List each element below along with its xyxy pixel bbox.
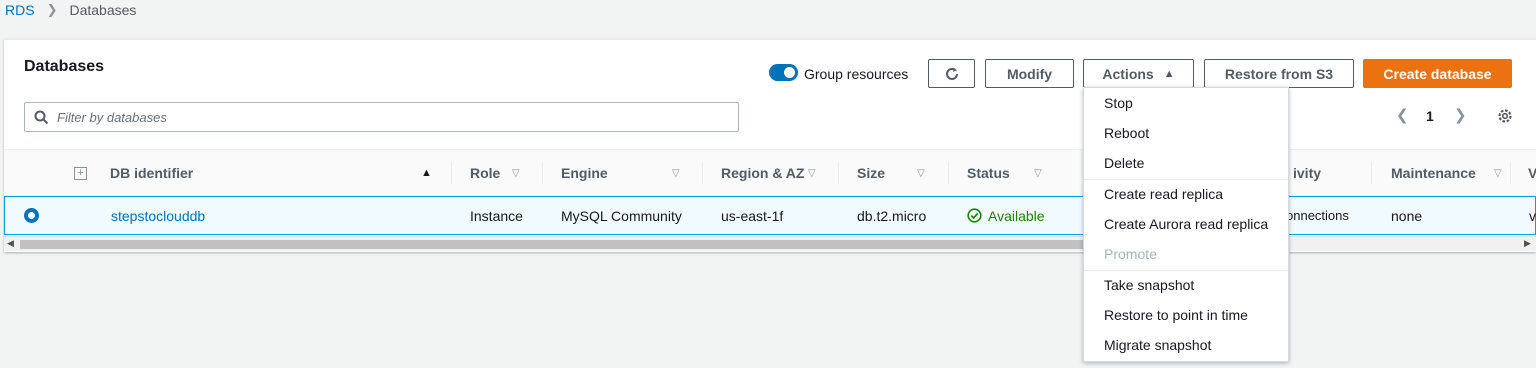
column-header-next[interactable]: V [1528, 150, 1536, 196]
menu-item-delete[interactable]: Delete [1084, 148, 1288, 178]
gear-icon[interactable] [1496, 107, 1514, 125]
group-resources-toggle[interactable] [769, 64, 798, 81]
cell-region: us-east-1f [721, 207, 784, 224]
column-header-maintenance[interactable]: Maintenance ▽ [1391, 150, 1502, 196]
menu-item-migrate-snapshot[interactable]: Migrate snapshot [1084, 330, 1288, 360]
column-label: V [1528, 165, 1536, 181]
search-icon [34, 110, 49, 125]
cell-engine: MySQL Community [561, 207, 682, 224]
column-header-size[interactable]: Size [857, 150, 885, 196]
sort-icon[interactable]: ▽ [1034, 150, 1042, 196]
horizontal-scrollbar[interactable]: ◀ ▶ [4, 236, 1536, 251]
cell-activity: onnections [1286, 208, 1349, 223]
search-box [24, 102, 739, 132]
restore-from-s3-button[interactable]: Restore from S3 [1204, 59, 1354, 88]
column-label: Size [857, 165, 886, 181]
menu-item-reboot[interactable]: Reboot [1084, 118, 1288, 148]
sort-icon[interactable]: ▽ [917, 150, 925, 196]
menu-item-create-read-replica[interactable]: Create read replica [1084, 179, 1288, 209]
column-header-activity[interactable]: ivity [1293, 150, 1321, 196]
column-divider[interactable] [1371, 162, 1372, 184]
cell-role: Instance [470, 207, 523, 224]
group-resources-label: Group resources [804, 66, 909, 82]
table-header: + DB identifier ▲ Role ▽ Engine ▽ Region… [4, 149, 1536, 196]
column-divider[interactable] [948, 162, 949, 184]
column-divider[interactable] [702, 162, 703, 184]
actions-button[interactable]: Actions ▲ [1083, 59, 1194, 88]
menu-item-promote: Promote [1104, 246, 1157, 262]
cell-next: v [1529, 207, 1536, 224]
toggle-knob [784, 67, 795, 78]
column-divider[interactable] [1510, 162, 1511, 184]
column-header-status[interactable]: Status [967, 150, 1010, 196]
create-database-button[interactable]: Create database [1363, 59, 1512, 88]
column-header-region[interactable]: Region & AZ ▽ [721, 150, 816, 196]
column-divider[interactable] [451, 162, 452, 184]
column-label: Region & AZ [721, 165, 805, 181]
actions-dropdown-menu: Stop Reboot Delete Create read replica C… [1083, 87, 1289, 362]
sort-icon: ▽ [808, 167, 816, 179]
refresh-icon [945, 67, 958, 80]
modify-button[interactable]: Modify [985, 59, 1074, 88]
scrollbar-thumb[interactable] [20, 240, 1170, 249]
actions-button-label: Actions [1102, 65, 1154, 82]
page-number[interactable]: 1 [1426, 108, 1434, 124]
sort-asc-icon[interactable]: ▲ [421, 150, 432, 196]
expand-all-icon[interactable]: + [74, 167, 87, 180]
menu-item-take-snapshot[interactable]: Take snapshot [1084, 270, 1288, 300]
sort-icon[interactable]: ▽ [672, 150, 680, 196]
column-label: ivity [1293, 165, 1322, 181]
column-header-engine[interactable]: Engine [561, 150, 608, 196]
search-input[interactable] [57, 107, 727, 127]
column-label: Status [967, 165, 1010, 181]
breadcrumb: RDS ❯ Databases [5, 2, 136, 18]
breadcrumb-current: Databases [69, 2, 137, 18]
scroll-right-icon[interactable]: ▶ [1524, 238, 1531, 249]
menu-item-stop[interactable]: Stop [1084, 88, 1288, 118]
page-title: Databases [24, 58, 105, 75]
db-identifier-link[interactable]: stepstoclouddb [111, 197, 205, 234]
column-divider[interactable] [542, 162, 543, 184]
column-label: Role [470, 165, 501, 181]
table-row[interactable]: stepstoclouddb Instance MySQL Community … [4, 196, 1536, 235]
column-label: DB identifier [110, 165, 194, 181]
next-page-icon[interactable]: ❯ [1454, 106, 1467, 124]
cell-maintenance: none [1391, 207, 1423, 224]
column-header-db-identifier[interactable]: DB identifier [110, 150, 193, 196]
sort-icon: ▽ [512, 167, 520, 179]
status-badge: Available [967, 197, 1045, 234]
caret-up-icon: ▲ [1163, 67, 1175, 80]
scroll-left-icon[interactable]: ◀ [7, 238, 14, 249]
cell-size: db.t2.micro [857, 207, 927, 224]
status-text: Available [988, 207, 1045, 224]
breadcrumb-rds-link[interactable]: RDS [5, 2, 35, 18]
column-divider[interactable] [838, 162, 839, 184]
column-header-role[interactable]: Role ▽ [470, 150, 520, 196]
menu-item-restore-point-in-time[interactable]: Restore to point in time [1084, 300, 1288, 330]
column-label: Maintenance [1391, 165, 1476, 181]
breadcrumb-separator-icon: ❯ [46, 2, 58, 17]
refresh-button[interactable] [928, 59, 975, 88]
row-select-radio[interactable] [24, 208, 39, 223]
previous-page-icon[interactable]: ❮ [1396, 106, 1409, 124]
menu-item-create-aurora-read-replica[interactable]: Create Aurora read replica [1084, 209, 1288, 239]
column-label: Engine [561, 165, 608, 181]
sort-icon: ▽ [1494, 167, 1502, 179]
databases-panel: Databases Group resources Modify Actions… [4, 39, 1536, 252]
check-circle-icon [967, 208, 982, 223]
